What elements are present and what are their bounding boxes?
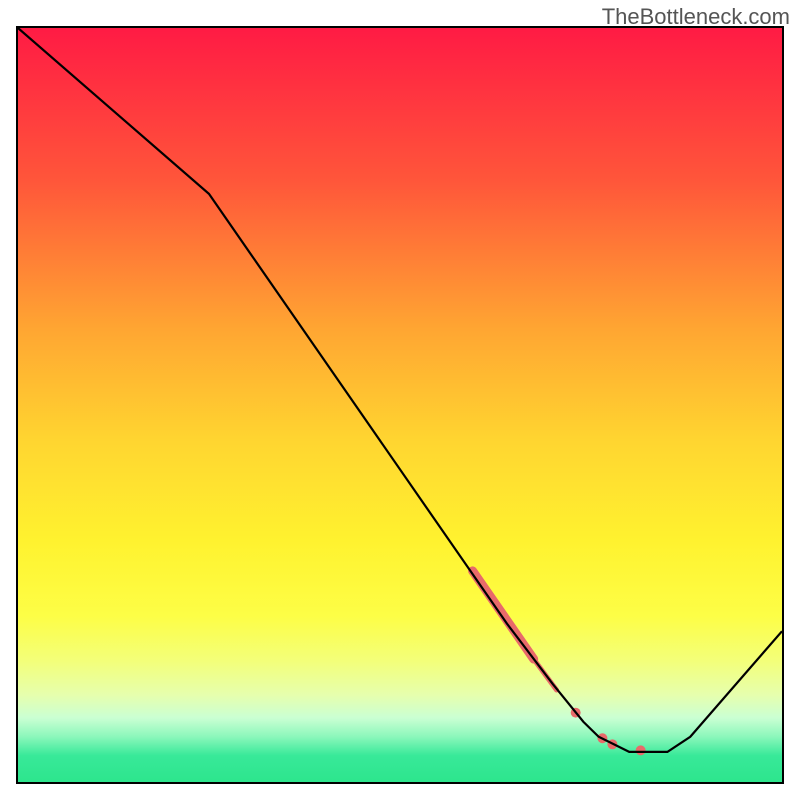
plot-frame [16,26,784,784]
chart-svg [18,28,782,782]
bottleneck-curve [18,28,782,752]
marker-dot-4 [636,745,646,755]
chart-container: TheBottleneck.com [0,0,800,800]
watermark: TheBottleneck.com [602,4,790,30]
